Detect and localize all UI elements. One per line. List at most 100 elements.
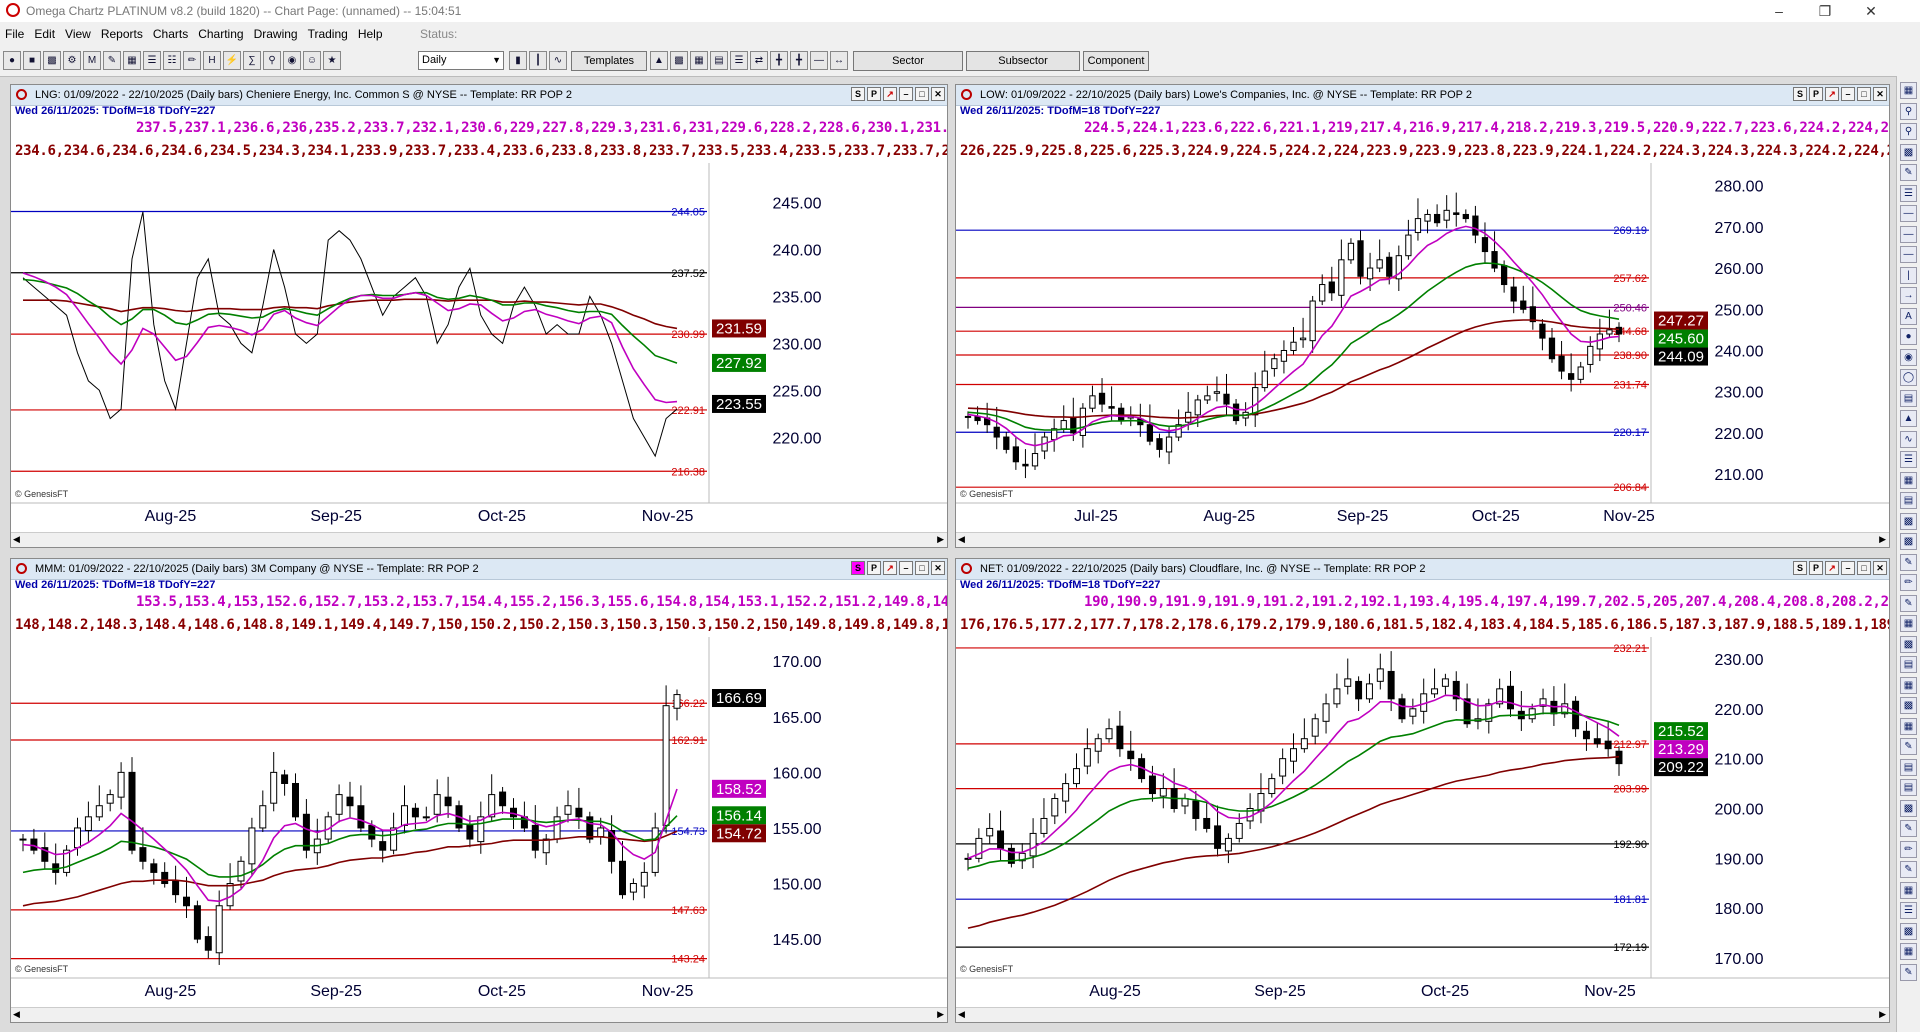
pencil-icon[interactable]: ✏ <box>183 51 201 70</box>
edit-icon[interactable]: ✎ <box>103 51 121 70</box>
close-panel-button[interactable]: ✕ <box>1873 87 1887 101</box>
draw-icon[interactable]: ✎ <box>1900 820 1917 837</box>
scroll-left-icon[interactable]: ◀ <box>958 533 965 546</box>
menu-drawing[interactable]: Drawing <box>249 22 303 46</box>
chart-panel-low[interactable]: LOW: 01/09/2022 - 22/10/2025 (Daily bars… <box>955 84 1890 548</box>
sector-button[interactable]: Sector <box>853 51 963 71</box>
hline2-icon[interactable]: — <box>1900 205 1917 222</box>
menu-trading[interactable]: Trading <box>303 22 353 46</box>
scroll-track[interactable] <box>970 1010 1875 1019</box>
cursor-icon[interactable]: ▦ <box>1900 82 1917 99</box>
minimize-panel-button[interactable]: – <box>899 561 913 575</box>
maximize-panel-button[interactable]: □ <box>1857 87 1871 101</box>
restore-button[interactable]: ❐ <box>1802 1 1848 21</box>
scroll-right-icon[interactable]: ▶ <box>1879 533 1886 546</box>
block-icon[interactable]: ▩ <box>1900 799 1917 817</box>
line-chart-icon[interactable]: ∿ <box>549 51 567 70</box>
price-chart[interactable]: 166.22162.91154.73147.63143.24170.00165.… <box>11 637 947 1006</box>
subsector-button[interactable]: Subsector <box>966 51 1080 71</box>
disc-icon[interactable]: ◉ <box>283 51 301 70</box>
price-chart[interactable]: 269.19257.62250.46244.68238.90231.74220.… <box>956 163 1889 531</box>
scroll-track[interactable] <box>25 1010 933 1019</box>
chart-panel-lng[interactable]: LNG: 01/09/2022 - 22/10/2025 (Daily bars… <box>10 84 948 548</box>
minimize-button[interactable]: – <box>1756 1 1802 21</box>
chart-panel-mmm[interactable]: MMM: 01/09/2022 - 22/10/2025 (Daily bars… <box>10 558 948 1023</box>
candle-icon[interactable]: ▮ <box>509 51 527 70</box>
horizontal-scrollbar[interactable]: ◀ ▶ <box>11 532 947 547</box>
maximize-panel-button[interactable]: □ <box>915 87 929 101</box>
scroll-left-icon[interactable]: ◀ <box>13 1008 20 1021</box>
split-icon[interactable]: ▤ <box>1900 656 1917 673</box>
grid4-icon[interactable]: ▦ <box>1900 881 1917 899</box>
rect-icon[interactable]: ▩ <box>1900 512 1917 530</box>
menu-edit[interactable]: Edit <box>29 22 60 46</box>
crosshair-icon[interactable]: ╋ <box>770 51 788 70</box>
panel-header[interactable]: LNG: 01/09/2022 - 22/10/2025 (Daily bars… <box>11 85 947 106</box>
brush-icon[interactable]: ✎ <box>1900 594 1917 612</box>
star-icon[interactable]: ★ <box>323 51 341 70</box>
menu-reports[interactable]: Reports <box>96 22 148 46</box>
grid-icon[interactable]: ▦ <box>1900 471 1917 489</box>
print-icon[interactable]: ▩ <box>43 51 61 70</box>
scroll-track[interactable] <box>25 535 933 544</box>
menu-charting[interactable]: Charting <box>193 22 248 46</box>
panel-header[interactable]: NET: 01/09/2022 - 22/10/2025 (Daily bars… <box>956 559 1889 580</box>
grid2-icon[interactable]: ▦ <box>1900 676 1917 694</box>
smile-icon[interactable]: ☺ <box>303 51 321 70</box>
text-icon[interactable]: A <box>1900 307 1917 325</box>
vline-icon[interactable]: | <box>1900 266 1917 284</box>
close-panel-button[interactable]: ✕ <box>931 87 945 101</box>
table-icon[interactable]: ▦ <box>1900 615 1917 632</box>
channel-icon[interactable]: ▤ <box>1900 389 1917 407</box>
print-button[interactable]: P <box>867 561 881 575</box>
detach-button[interactable]: ↗ <box>883 561 897 575</box>
scroll-right-icon[interactable]: ▶ <box>937 1008 944 1021</box>
save-icon[interactable]: ■ <box>23 51 41 70</box>
triangle-icon[interactable]: ▲ <box>1900 410 1917 427</box>
zoom-icon[interactable]: ⚲ <box>263 51 281 70</box>
print-button[interactable]: P <box>1809 561 1823 575</box>
trendline-icon[interactable]: ✎ <box>1900 164 1917 181</box>
pencil-icon[interactable]: ✏ <box>1900 574 1917 591</box>
ray-icon[interactable]: — <box>1900 225 1917 243</box>
print-button[interactable]: P <box>1809 87 1823 101</box>
fib-icon[interactable]: ☰ <box>1900 451 1917 468</box>
minimize-panel-button[interactable]: – <box>899 87 913 101</box>
square-icon[interactable]: ▤ <box>1900 492 1917 509</box>
chart-type-icon[interactable]: ▲ <box>650 51 668 70</box>
stats-icon[interactable]: ∑ <box>243 51 261 70</box>
frame-icon[interactable]: ▩ <box>1900 697 1917 714</box>
sync-button[interactable]: S <box>1793 561 1807 575</box>
close-panel-button[interactable]: ✕ <box>931 561 945 575</box>
menu-file[interactable]: File <box>0 22 29 46</box>
sync-button[interactable]: S <box>851 87 865 101</box>
pen-icon[interactable]: ✎ <box>1900 553 1917 571</box>
report-icon[interactable]: ☷ <box>163 51 181 70</box>
wave-icon[interactable]: ∿ <box>1900 430 1917 448</box>
layer-icon[interactable]: ▤ <box>1900 758 1917 776</box>
grid3-icon[interactable]: ▦ <box>1900 717 1917 735</box>
menu-view[interactable]: View <box>60 22 96 46</box>
component-button[interactable]: Component <box>1083 51 1149 71</box>
price-chart[interactable]: 232.21 212.97 203.99 192.90 181.81 172.19 230.… <box>956 637 1889 1006</box>
templates-button[interactable]: Templates <box>571 51 647 71</box>
sync-button[interactable]: S <box>1793 87 1807 101</box>
list-icon[interactable]: ☰ <box>1900 902 1917 919</box>
draw2-icon[interactable]: ✏ <box>1900 840 1917 858</box>
zoom-out-icon[interactable]: — <box>810 51 828 70</box>
scroll-left-icon[interactable]: ◀ <box>958 1008 965 1021</box>
panel-header[interactable]: LOW: 01/09/2022 - 22/10/2025 (Daily bars… <box>956 85 1889 106</box>
zoom-out-icon[interactable]: ⚲ <box>1900 123 1917 140</box>
horizontal-scrollbar[interactable]: ◀ ▶ <box>956 1007 1889 1022</box>
edit2-icon[interactable]: ✎ <box>1900 963 1917 981</box>
list-icon[interactable]: ☰ <box>143 51 161 70</box>
horizontal-scrollbar[interactable]: ◀ ▶ <box>11 1007 947 1022</box>
draw-box-icon[interactable]: ▩ <box>1900 143 1917 161</box>
grid-icon[interactable]: ▦ <box>123 51 141 70</box>
layer2-icon[interactable]: ▤ <box>1900 779 1917 796</box>
indicator-icon[interactable]: ▤ <box>710 51 728 70</box>
maximize-panel-button[interactable]: □ <box>915 561 929 575</box>
scroll-icon[interactable]: ↔ <box>830 51 848 70</box>
segment-icon[interactable]: ― <box>1900 246 1917 263</box>
ladder-icon[interactable]: H <box>203 51 221 70</box>
